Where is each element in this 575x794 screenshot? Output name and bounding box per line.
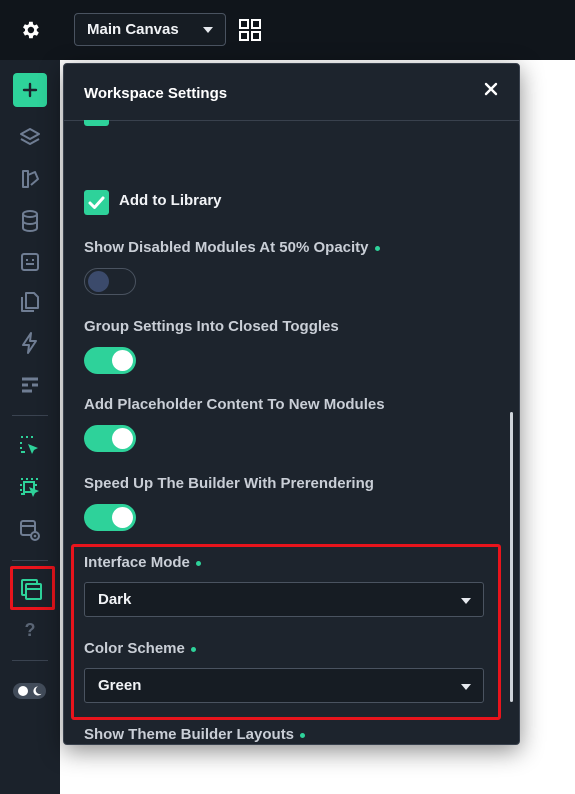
sidebar-divider: [12, 660, 48, 661]
add-button[interactable]: [13, 73, 47, 107]
setting-label-text: Show Disabled Modules At 50% Opacity: [84, 239, 369, 256]
placeholder-content-toggle[interactable]: [84, 425, 136, 452]
lightning-icon[interactable]: [18, 331, 42, 355]
top-bar: Main Canvas: [60, 0, 575, 60]
add-to-library-label: Add to Library: [119, 192, 222, 209]
pages-icon[interactable]: [18, 290, 42, 314]
workspace-settings-modal: Workspace Settings Add to Library Show D…: [63, 63, 520, 745]
modified-dot: [195, 560, 201, 566]
color-scheme-value: Green: [98, 677, 142, 694]
disabled-opacity-toggle[interactable]: [84, 268, 136, 295]
setting-label: Show Disabled Modules At 50% Opacity: [84, 239, 380, 256]
theme-builder-layouts-label: Show Theme Builder Layouts: [84, 726, 306, 743]
previous-toggle-peek: [84, 120, 109, 126]
sidebar-divider: [12, 415, 48, 416]
color-scheme-label: Color Scheme: [84, 640, 196, 657]
chevron-down-icon: [203, 27, 213, 33]
add-to-library-checkbox[interactable]: [84, 190, 109, 215]
interface-mode-value: Dark: [98, 591, 132, 608]
chevron-down-icon: [461, 598, 471, 604]
help-icon[interactable]: ?: [22, 620, 38, 642]
interface-mode-label-text: Interface Mode: [84, 554, 190, 571]
modal-header: Workspace Settings: [64, 64, 519, 121]
setting-label: Group Settings Into Closed Toggles: [84, 318, 339, 335]
close-icon[interactable]: [483, 81, 499, 97]
interface-mode-label: Interface Mode: [84, 554, 201, 571]
workspace-icon[interactable]: [19, 577, 43, 601]
toggle-knob: [112, 350, 133, 371]
color-scheme-label-text: Color Scheme: [84, 640, 185, 657]
toggle-knob: [88, 271, 109, 292]
add-icon: [22, 82, 38, 98]
portability-icon[interactable]: [18, 250, 42, 274]
database-icon[interactable]: [18, 209, 42, 233]
toggle-knob: [112, 507, 133, 528]
mode-toggle-icon[interactable]: [13, 683, 46, 699]
group-settings-toggle[interactable]: [84, 347, 136, 374]
sidebar-header: [0, 0, 60, 60]
moon-icon: [18, 686, 42, 696]
setting-label: Add Placeholder Content To New Modules: [84, 396, 385, 413]
checkmark-icon: [88, 196, 105, 209]
modal-body: Add to Library Show Disabled Modules At …: [64, 120, 519, 744]
structure-icon[interactable]: [18, 373, 42, 397]
interface-mode-select[interactable]: Dark: [84, 582, 484, 617]
canvas-select[interactable]: Main Canvas: [74, 13, 226, 46]
theme-builder-icon[interactable]: [18, 167, 42, 191]
theme-builder-layouts-label-text: Show Theme Builder Layouts: [84, 726, 295, 743]
setting-label: Speed Up The Builder With Prerendering: [84, 475, 374, 492]
multi-select-icon[interactable]: [18, 476, 42, 500]
left-sidebar: ?: [0, 0, 60, 794]
gear-icon[interactable]: [19, 19, 41, 41]
select-cursor-icon[interactable]: [18, 434, 42, 458]
modified-dot: [190, 646, 196, 652]
preview-icon[interactable]: [18, 518, 42, 542]
toggle-knob: [112, 428, 133, 449]
modified-dot: [300, 732, 306, 738]
prerendering-toggle[interactable]: [84, 504, 136, 531]
canvas-select-value: Main Canvas: [87, 21, 179, 38]
color-scheme-select[interactable]: Green: [84, 668, 484, 703]
modal-title: Workspace Settings: [84, 85, 228, 102]
scrollbar[interactable]: [510, 412, 513, 702]
modified-dot: [374, 245, 380, 251]
sidebar-divider: [12, 560, 48, 561]
grid-view-icon[interactable]: [238, 18, 262, 42]
layers-icon[interactable]: [18, 126, 42, 150]
chevron-down-icon: [461, 684, 471, 690]
